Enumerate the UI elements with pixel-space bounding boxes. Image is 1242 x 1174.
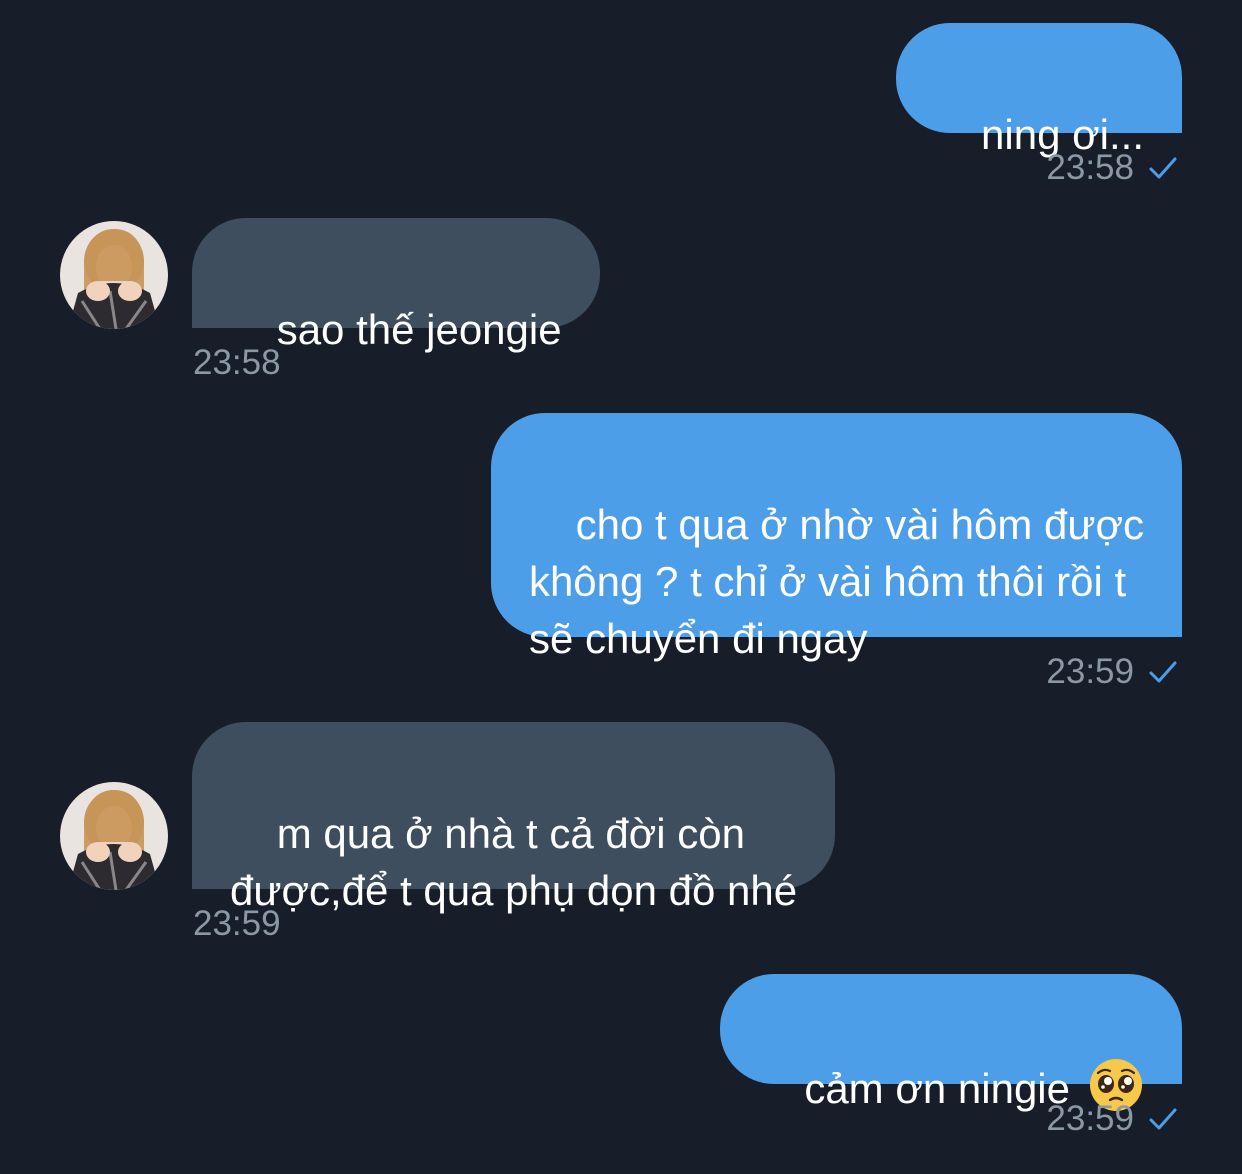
message-text: sao thế jeongie — [276, 306, 562, 353]
avatar-photo-icon — [60, 782, 168, 890]
outgoing-message-bubble[interactable]: cho t qua ở nhờ vài hôm được không ? t c… — [490, 413, 1182, 662]
contact-avatar[interactable] — [60, 221, 168, 329]
incoming-message-bubble[interactable]: m qua ở nhà t cả đời còn được,để t qua p… — [192, 722, 836, 914]
message-meta: 23:59 — [1046, 1099, 1178, 1139]
sent-check-icon — [1149, 1108, 1177, 1130]
contact-avatar[interactable] — [60, 782, 168, 890]
message-timestamp: 23:59 — [1046, 1099, 1134, 1138]
message-timestamp: 23:59 — [193, 904, 281, 943]
message-timestamp: 23:58 — [1046, 148, 1134, 187]
message-text: cảm ơn ningie — [804, 1065, 1070, 1112]
message-meta: 23:59 — [1046, 652, 1178, 692]
chat-thread: ning ơi... 23:58 sao thế jeongie 23:58 c… — [0, 0, 1242, 1153]
outgoing-message-bubble[interactable]: cảm ơn ningie — [719, 974, 1182, 1112]
sent-check-icon — [1149, 157, 1177, 179]
message-meta: 23:59 — [193, 904, 281, 944]
sent-check-icon — [1149, 661, 1177, 683]
message-timestamp: 23:58 — [193, 343, 281, 382]
avatar-photo-icon — [60, 221, 168, 329]
outgoing-message-bubble[interactable]: ning ơi... — [896, 23, 1182, 158]
message-timestamp: 23:59 — [1046, 652, 1134, 691]
message-meta: 23:58 — [193, 343, 281, 383]
message-text: m qua ở nhà t cả đời còn được,để t qua p… — [230, 810, 798, 914]
incoming-message-bubble[interactable]: sao thế jeongie — [192, 218, 600, 353]
message-meta: 23:58 — [1046, 148, 1178, 188]
message-text: cho t qua ở nhờ vài hôm được không ? t c… — [528, 501, 1144, 662]
